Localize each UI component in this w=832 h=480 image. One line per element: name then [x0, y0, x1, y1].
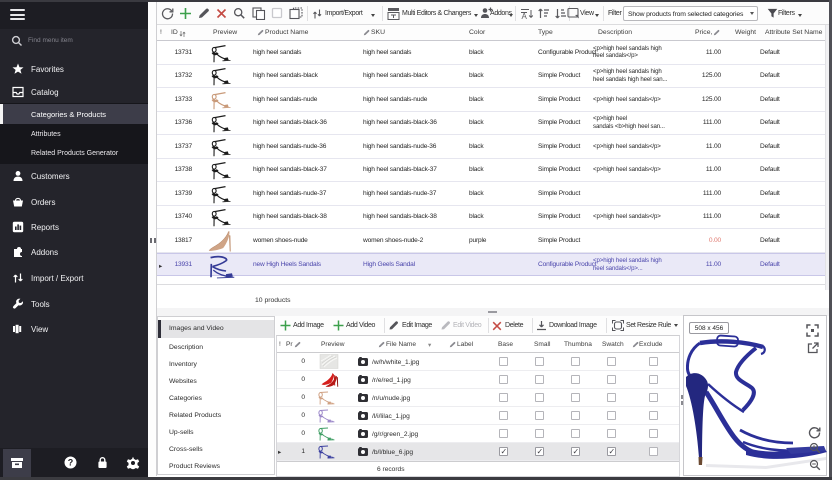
svg-text:?: ?: [68, 458, 74, 468]
svg-text:A: A: [522, 12, 528, 20]
